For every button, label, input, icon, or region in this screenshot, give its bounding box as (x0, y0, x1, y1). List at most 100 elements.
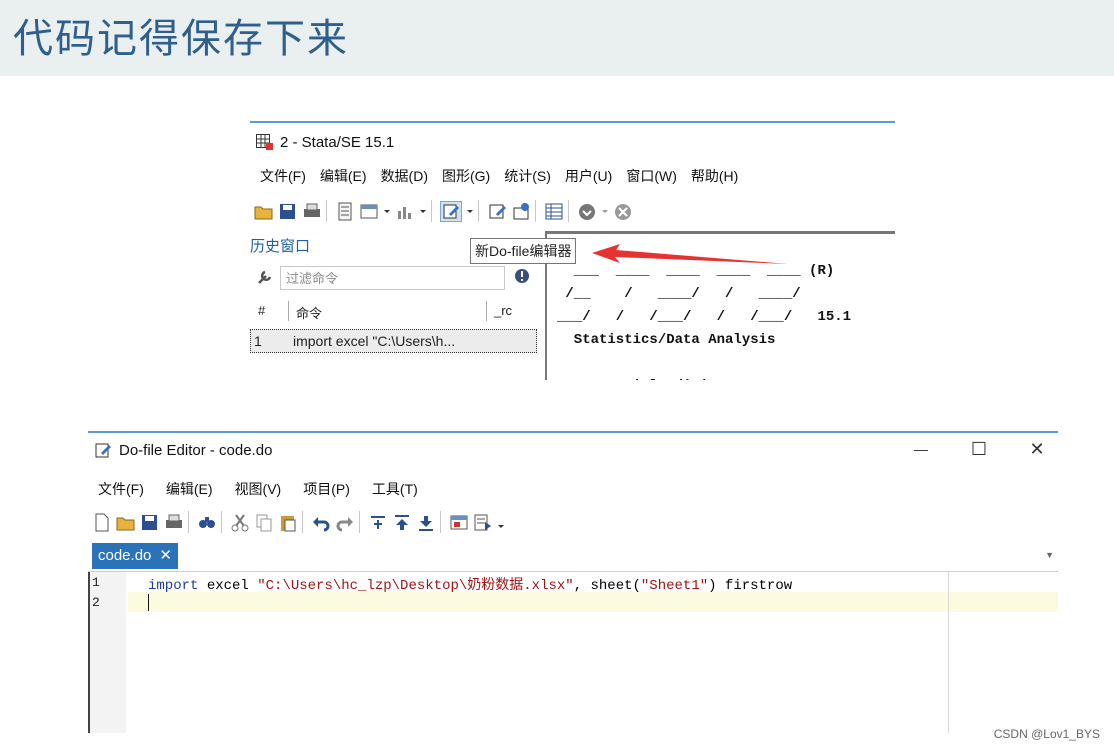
history-window-label: 历史窗口 (250, 238, 311, 255)
column-command[interactable]: 命令 (296, 303, 322, 322)
move-up-icon[interactable] (392, 513, 412, 532)
menu-file[interactable]: 文件(F) (260, 166, 306, 190)
column-rc[interactable]: _rc (494, 303, 512, 318)
editor-menu-tools[interactable]: 工具(T) (372, 479, 418, 499)
editor-titlebar: Do-file Editor - code.do (94, 441, 272, 459)
stata-banner: ___ ____ ____ ____ ____ (R) /__ / ____/ … (557, 263, 852, 380)
graph-icon[interactable] (395, 202, 415, 221)
menu-help[interactable]: 帮助(H) (691, 166, 738, 190)
copy-icon[interactable] (254, 513, 274, 532)
tab-code-do[interactable]: code.do ✕ (92, 543, 178, 569)
new-do-file-editor-tooltip: 新Do-file编辑器 (470, 238, 577, 264)
toolbar-separator (535, 200, 536, 222)
toolbar-separator (221, 511, 222, 533)
stata-app-icon (256, 134, 273, 150)
close-button[interactable]: ✕ (1022, 439, 1052, 460)
menu-user[interactable]: 用户(U) (565, 166, 612, 190)
execute-do-icon[interactable] (473, 513, 493, 532)
history-filter-input[interactable]: 过滤命令 (280, 266, 505, 290)
chevron-down-icon[interactable] (419, 202, 427, 221)
column-divider (288, 301, 289, 321)
toolbar-separator (478, 200, 479, 222)
menu-statistics[interactable]: 统计(S) (504, 166, 551, 190)
maximize-button[interactable]: ☐ (964, 439, 994, 460)
menu-graphics[interactable]: 图形(G) (442, 166, 490, 190)
chevron-down-icon[interactable] (383, 202, 391, 221)
variables-manager-icon[interactable] (544, 202, 564, 221)
editor-window-title: Do-file Editor - code.do (119, 441, 273, 459)
history-row[interactable]: 1 import excel "C:\Users\h... (250, 329, 537, 353)
redo-icon[interactable] (335, 513, 355, 532)
log-icon[interactable] (335, 202, 355, 221)
stata-titlebar: 2 - Stata/SE 15.1 (256, 131, 394, 153)
tab-close-icon[interactable]: ✕ (159, 543, 172, 569)
toolbar-separator (302, 511, 303, 533)
code-line: import excel "C:\Users\hc_lzp\Desktop\奶粉… (148, 574, 792, 594)
toolbar-separator (326, 200, 327, 222)
wrench-icon[interactable] (256, 268, 274, 291)
code-options-suffix: ) firstrow (708, 578, 793, 594)
save-icon[interactable] (140, 513, 160, 532)
code-editor[interactable]: 1 2 import excel "C:\Users\hc_lzp\Deskto… (88, 572, 1058, 733)
data-editor-icon[interactable] (487, 202, 507, 221)
save-icon[interactable] (278, 202, 298, 221)
toolbar-separator (568, 200, 569, 222)
annotation-arrow-icon (592, 244, 788, 264)
indent-icon[interactable] (368, 513, 388, 532)
text-caret (148, 594, 149, 611)
menu-data[interactable]: 数据(D) (381, 166, 428, 190)
minimize-button[interactable]: — (906, 441, 936, 457)
toolbar-separator (440, 511, 441, 533)
show-file-icon[interactable] (449, 513, 469, 532)
open-folder-icon[interactable] (254, 202, 274, 221)
code-options-prefix: , sheet( (573, 578, 641, 594)
watermark: CSDN @Lov1_BYS (993, 727, 1100, 741)
open-folder-icon[interactable] (116, 513, 136, 532)
code-path-string: "C:\Users\hc_lzp\Desktop\奶粉数据.xlsx" (257, 578, 574, 594)
break-icon[interactable] (613, 202, 633, 221)
more-icon[interactable] (577, 202, 597, 221)
find-icon[interactable] (197, 513, 217, 532)
chevron-down-icon[interactable] (466, 202, 474, 221)
do-file-editor-window: Do-file Editor - code.do — ☐ ✕ 文件(F) 编辑(… (88, 431, 1058, 733)
code-command: excel (198, 578, 258, 594)
info-icon[interactable] (514, 268, 530, 289)
editor-menu-edit[interactable]: 编辑(E) (166, 479, 213, 499)
toolbar-separator (188, 511, 189, 533)
stata-window-title: 2 - Stata/SE 15.1 (280, 133, 395, 151)
editor-menu-file[interactable]: 文件(F) (98, 479, 144, 499)
tab-list-dropdown-icon[interactable]: ▼ (1045, 550, 1054, 560)
editor-menu-view[interactable]: 视图(V) (235, 479, 282, 499)
cut-icon[interactable] (230, 513, 250, 532)
menu-edit[interactable]: 编辑(E) (320, 166, 367, 190)
toolbar-separator (359, 511, 360, 533)
line-number: 1 (92, 575, 100, 590)
new-file-icon[interactable] (92, 513, 112, 532)
move-down-icon[interactable] (416, 513, 436, 532)
slide-title-bar: 代码记得保存下来 (0, 0, 1114, 76)
chevron-down-icon[interactable] (497, 513, 505, 532)
editor-tab-bar: code.do ✕ ▼ (88, 541, 1058, 572)
right-margin-guide (948, 572, 949, 733)
history-row-number: 1 (254, 333, 262, 349)
chevron-down-icon[interactable] (601, 202, 609, 221)
history-column-headers: # 命令 _rc (250, 299, 537, 323)
editor-menu-project[interactable]: 项目(P) (303, 479, 350, 499)
new-do-file-editor-icon[interactable] (440, 200, 462, 222)
print-icon[interactable] (302, 202, 322, 221)
slide-title: 代码记得保存下来 (13, 16, 349, 62)
do-file-editor-icon (94, 441, 112, 459)
paste-icon[interactable] (278, 513, 298, 532)
menu-window[interactable]: 窗口(W) (626, 166, 677, 190)
editor-toolbar (88, 509, 505, 535)
print-icon[interactable] (164, 513, 184, 532)
stata-toolbar (250, 197, 895, 225)
code-sheet-string: "Sheet1" (640, 578, 709, 594)
data-browser-icon[interactable] (511, 202, 531, 221)
history-filter-row: 过滤命令 (252, 263, 536, 293)
editor-menubar: 文件(F) 编辑(E) 视图(V) 项目(P) 工具(T) (88, 479, 420, 499)
viewer-icon[interactable] (359, 202, 379, 221)
tab-label: code.do (98, 547, 152, 564)
column-number[interactable]: # (258, 303, 265, 318)
undo-icon[interactable] (311, 513, 331, 532)
